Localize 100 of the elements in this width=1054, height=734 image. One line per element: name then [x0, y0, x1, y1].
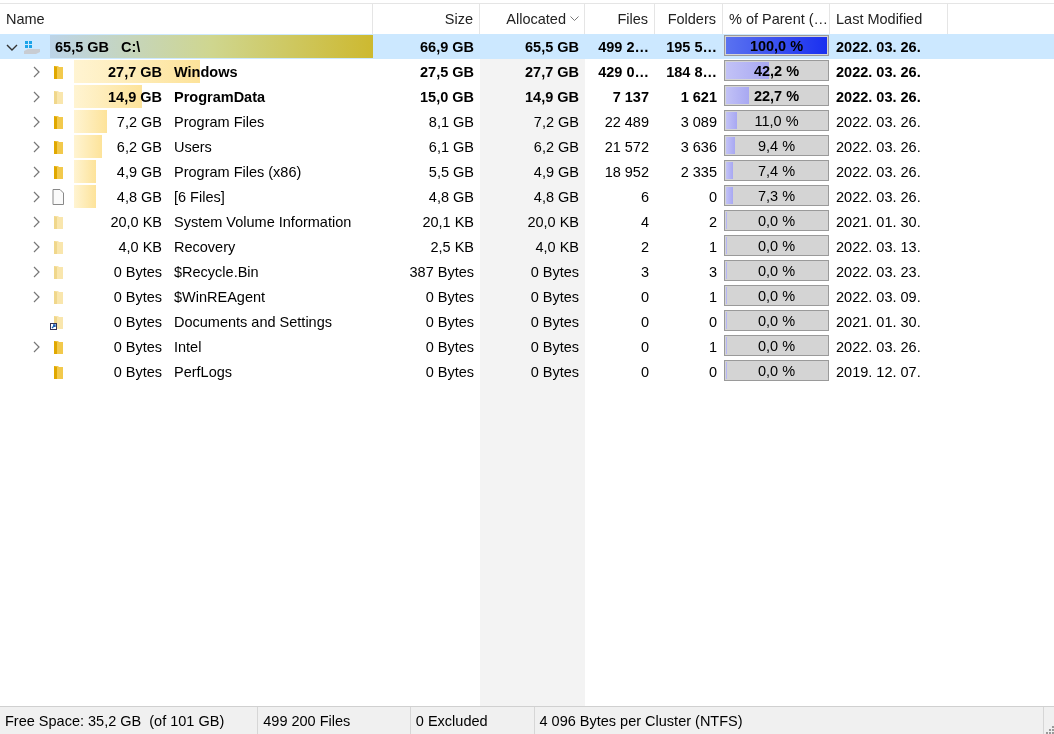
size-bar: [74, 185, 96, 208]
tree-row[interactable]: 0 Bytes $WinREAgent 0 Bytes 0 Bytes 0 1 0,0 % 2022. 03. 09.: [0, 284, 1054, 309]
folder-name: Program Files: [174, 113, 265, 130]
folders-cell-text: 1: [707, 337, 718, 357]
percent-label: 7,3 %: [757, 187, 796, 204]
size-bar: [74, 135, 103, 158]
modified-cell-text: 2022. 03. 09.: [835, 287, 922, 307]
folders-cell-text: 2 335: [679, 162, 718, 182]
size-cell-text: 20,1 KB: [421, 212, 475, 232]
files-cell-text: 0: [639, 362, 650, 382]
percent-label: 0,0 %: [757, 312, 796, 329]
size-bar: [74, 110, 107, 133]
folder-name: ProgramData: [174, 88, 266, 105]
size-label: 14,9 GB: [108, 88, 162, 105]
size-label: 0 Bytes: [113, 288, 162, 305]
size-cell-text: 0 Bytes: [424, 287, 475, 307]
files-cell-text: 3: [639, 262, 650, 282]
tree-row[interactable]: 7,2 GB Program Files 8,1 GB 7,2 GB 22 489 3 089 11,0 % 2022. 03. 26.: [0, 109, 1054, 134]
files-cell-text: 22 489: [603, 112, 650, 132]
sort-caret-icon: [570, 16, 579, 22]
size-cell-text: 6,1 GB: [427, 137, 475, 157]
modified-cell-text: 2022. 03. 26.: [835, 337, 922, 357]
size-cell-text: 27,5 GB: [419, 62, 475, 82]
tree-row[interactable]: 27,7 GB Windows 27,5 GB 27,7 GB 429 0… 184 8… 42,2 % 2022. 03. 26.: [0, 59, 1054, 84]
tree-row[interactable]: 4,9 GB Program Files (x86) 5,5 GB 4,9 GB 18 952 2 335 7,4 % 2022. 03. 26.: [0, 159, 1054, 184]
tree-row[interactable]: 0 Bytes Intel 0 Bytes 0 Bytes 0 1 0,0 % 2022. 03. 26.: [0, 334, 1054, 359]
size-label: 65,5 GB: [55, 38, 109, 55]
percent-label: 0,0 %: [757, 337, 796, 354]
folders-cell-text: 0: [707, 187, 718, 207]
folders-cell-text: 0: [707, 362, 718, 382]
modified-cell-text: 2022. 03. 23.: [835, 262, 922, 282]
folder-name: Recovery: [174, 238, 236, 255]
modified-cell-text: 2021. 01. 30.: [835, 312, 922, 332]
size-label: 6,2 GB: [116, 138, 162, 155]
files-cell-text: 7 137: [611, 87, 650, 107]
size-cell-text: 8,1 GB: [427, 112, 475, 132]
size-label: 27,7 GB: [108, 63, 162, 80]
size-label: 4,9 GB: [116, 163, 162, 180]
size-label: 4,0 KB: [118, 238, 162, 255]
folder-name: [6 Files]: [174, 188, 225, 205]
percent-label: 0,0 %: [757, 287, 796, 304]
tree-row[interactable]: 0 Bytes Documents and Settings 0 Bytes 0 Bytes 0 0 0,0 % 2021. 01. 30.: [0, 309, 1054, 334]
percent-label: 0,0 %: [757, 212, 796, 229]
percent-label: 42,2 %: [753, 62, 800, 79]
size-label: 0 Bytes: [113, 338, 162, 355]
tree-row[interactable]: 4,8 GB [6 Files] 4,8 GB 4,8 GB 6 0 7,3 % 2022. 03. 26.: [0, 184, 1054, 209]
folders-cell-text: 184 8…: [665, 62, 718, 82]
percent-label: 11,0 %: [754, 112, 799, 129]
folders-cell-text: 3 089: [679, 112, 718, 132]
size-cell-text: 0 Bytes: [424, 312, 475, 332]
modified-cell-text: 2022. 03. 26.: [835, 137, 922, 157]
tree-row[interactable]: 0 Bytes $Recycle.Bin 387 Bytes 0 Bytes 3 3 0,0 % 2022. 03. 23.: [0, 259, 1054, 284]
modified-cell-text: 2022. 03. 13.: [835, 237, 922, 257]
size-cell-text: 2,5 KB: [429, 237, 475, 257]
tree-row[interactable]: 14,9 GB ProgramData 15,0 GB 14,9 GB 7 137 1 621 22,7 % 2022. 03. 26.: [0, 84, 1054, 109]
folder-name: PerfLogs: [174, 363, 233, 380]
size-label: 4,8 GB: [116, 188, 162, 205]
modified-cell-text: 2022. 03. 26.: [835, 37, 922, 57]
folders-cell-text: 3: [707, 262, 718, 282]
size-cell-text: 0 Bytes: [424, 362, 475, 382]
tree-row[interactable]: 4,0 KB Recovery 2,5 KB 4,0 KB 2 1 0,0 % 2022. 03. 13.: [0, 234, 1054, 259]
size-cell-text: 387 Bytes: [408, 262, 475, 282]
status-text: 0 Excluded: [410, 707, 535, 734]
folders-cell-text: 3 636: [679, 137, 718, 157]
files-cell-text: 6: [639, 187, 650, 207]
size-label: 0 Bytes: [113, 363, 162, 380]
files-cell-text: 0: [639, 287, 650, 307]
percent-label: 0,0 %: [757, 262, 796, 279]
folder-name: $Recycle.Bin: [174, 263, 259, 280]
size-cell-text: 15,0 GB: [419, 87, 475, 107]
tree-row[interactable]: 65,5 GB C:\ 66,9 GB 65,5 GB 499 2… 195 5… 100,0 % 2022. 03. 26.: [0, 34, 1054, 59]
folders-cell-text: 1: [707, 287, 718, 307]
tree-row[interactable]: 0 Bytes PerfLogs 0 Bytes 0 Bytes 0 0 0,0 % 2019. 12. 07.: [0, 359, 1054, 384]
modified-cell-text: 2022. 03. 26.: [835, 187, 922, 207]
percent-label: 0,0 %: [757, 237, 796, 254]
size-label: 7,2 GB: [116, 113, 162, 130]
files-cell-text: 4: [639, 212, 650, 232]
status-text: Free Space: 35,2 GB (of 101 GB): [0, 707, 259, 734]
folder-name: $WinREAgent: [174, 288, 266, 305]
folders-cell-text: 195 5…: [665, 37, 718, 57]
tree-row[interactable]: 20,0 KB System Volume Information 20,1 KB 20,0 KB 4 2 0,0 % 2021. 01. 30.: [0, 209, 1054, 234]
percent-label: 0,0 %: [757, 362, 796, 379]
modified-cell-text: 2022. 03. 26.: [835, 162, 922, 182]
folder-name: Intel: [174, 338, 202, 355]
files-cell-text: 499 2…: [597, 37, 650, 57]
size-cell-text: 5,5 GB: [427, 162, 475, 182]
files-cell-text: 18 952: [603, 162, 650, 182]
size-cell-text: 0 Bytes: [424, 337, 475, 357]
folder-name: System Volume Information: [174, 213, 352, 230]
percent-label: 100,0 %: [749, 37, 804, 54]
resize-grip-icon[interactable]: [1044, 724, 1054, 734]
tree-row[interactable]: 6,2 GB Users 6,1 GB 6,2 GB 21 572 3 636 9,4 % 2022. 03. 26.: [0, 134, 1054, 159]
folder-name: Program Files (x86): [174, 163, 302, 180]
files-cell-text: 21 572: [603, 137, 650, 157]
size-bar: [74, 160, 97, 183]
modified-cell-text: 2022. 03. 26.: [835, 87, 922, 107]
percent-label: 22,7 %: [753, 87, 800, 104]
status-text: 499 200 Files: [258, 707, 411, 734]
modified-cell-text: 2022. 03. 26.: [835, 62, 922, 82]
size-label: 0 Bytes: [113, 313, 162, 330]
